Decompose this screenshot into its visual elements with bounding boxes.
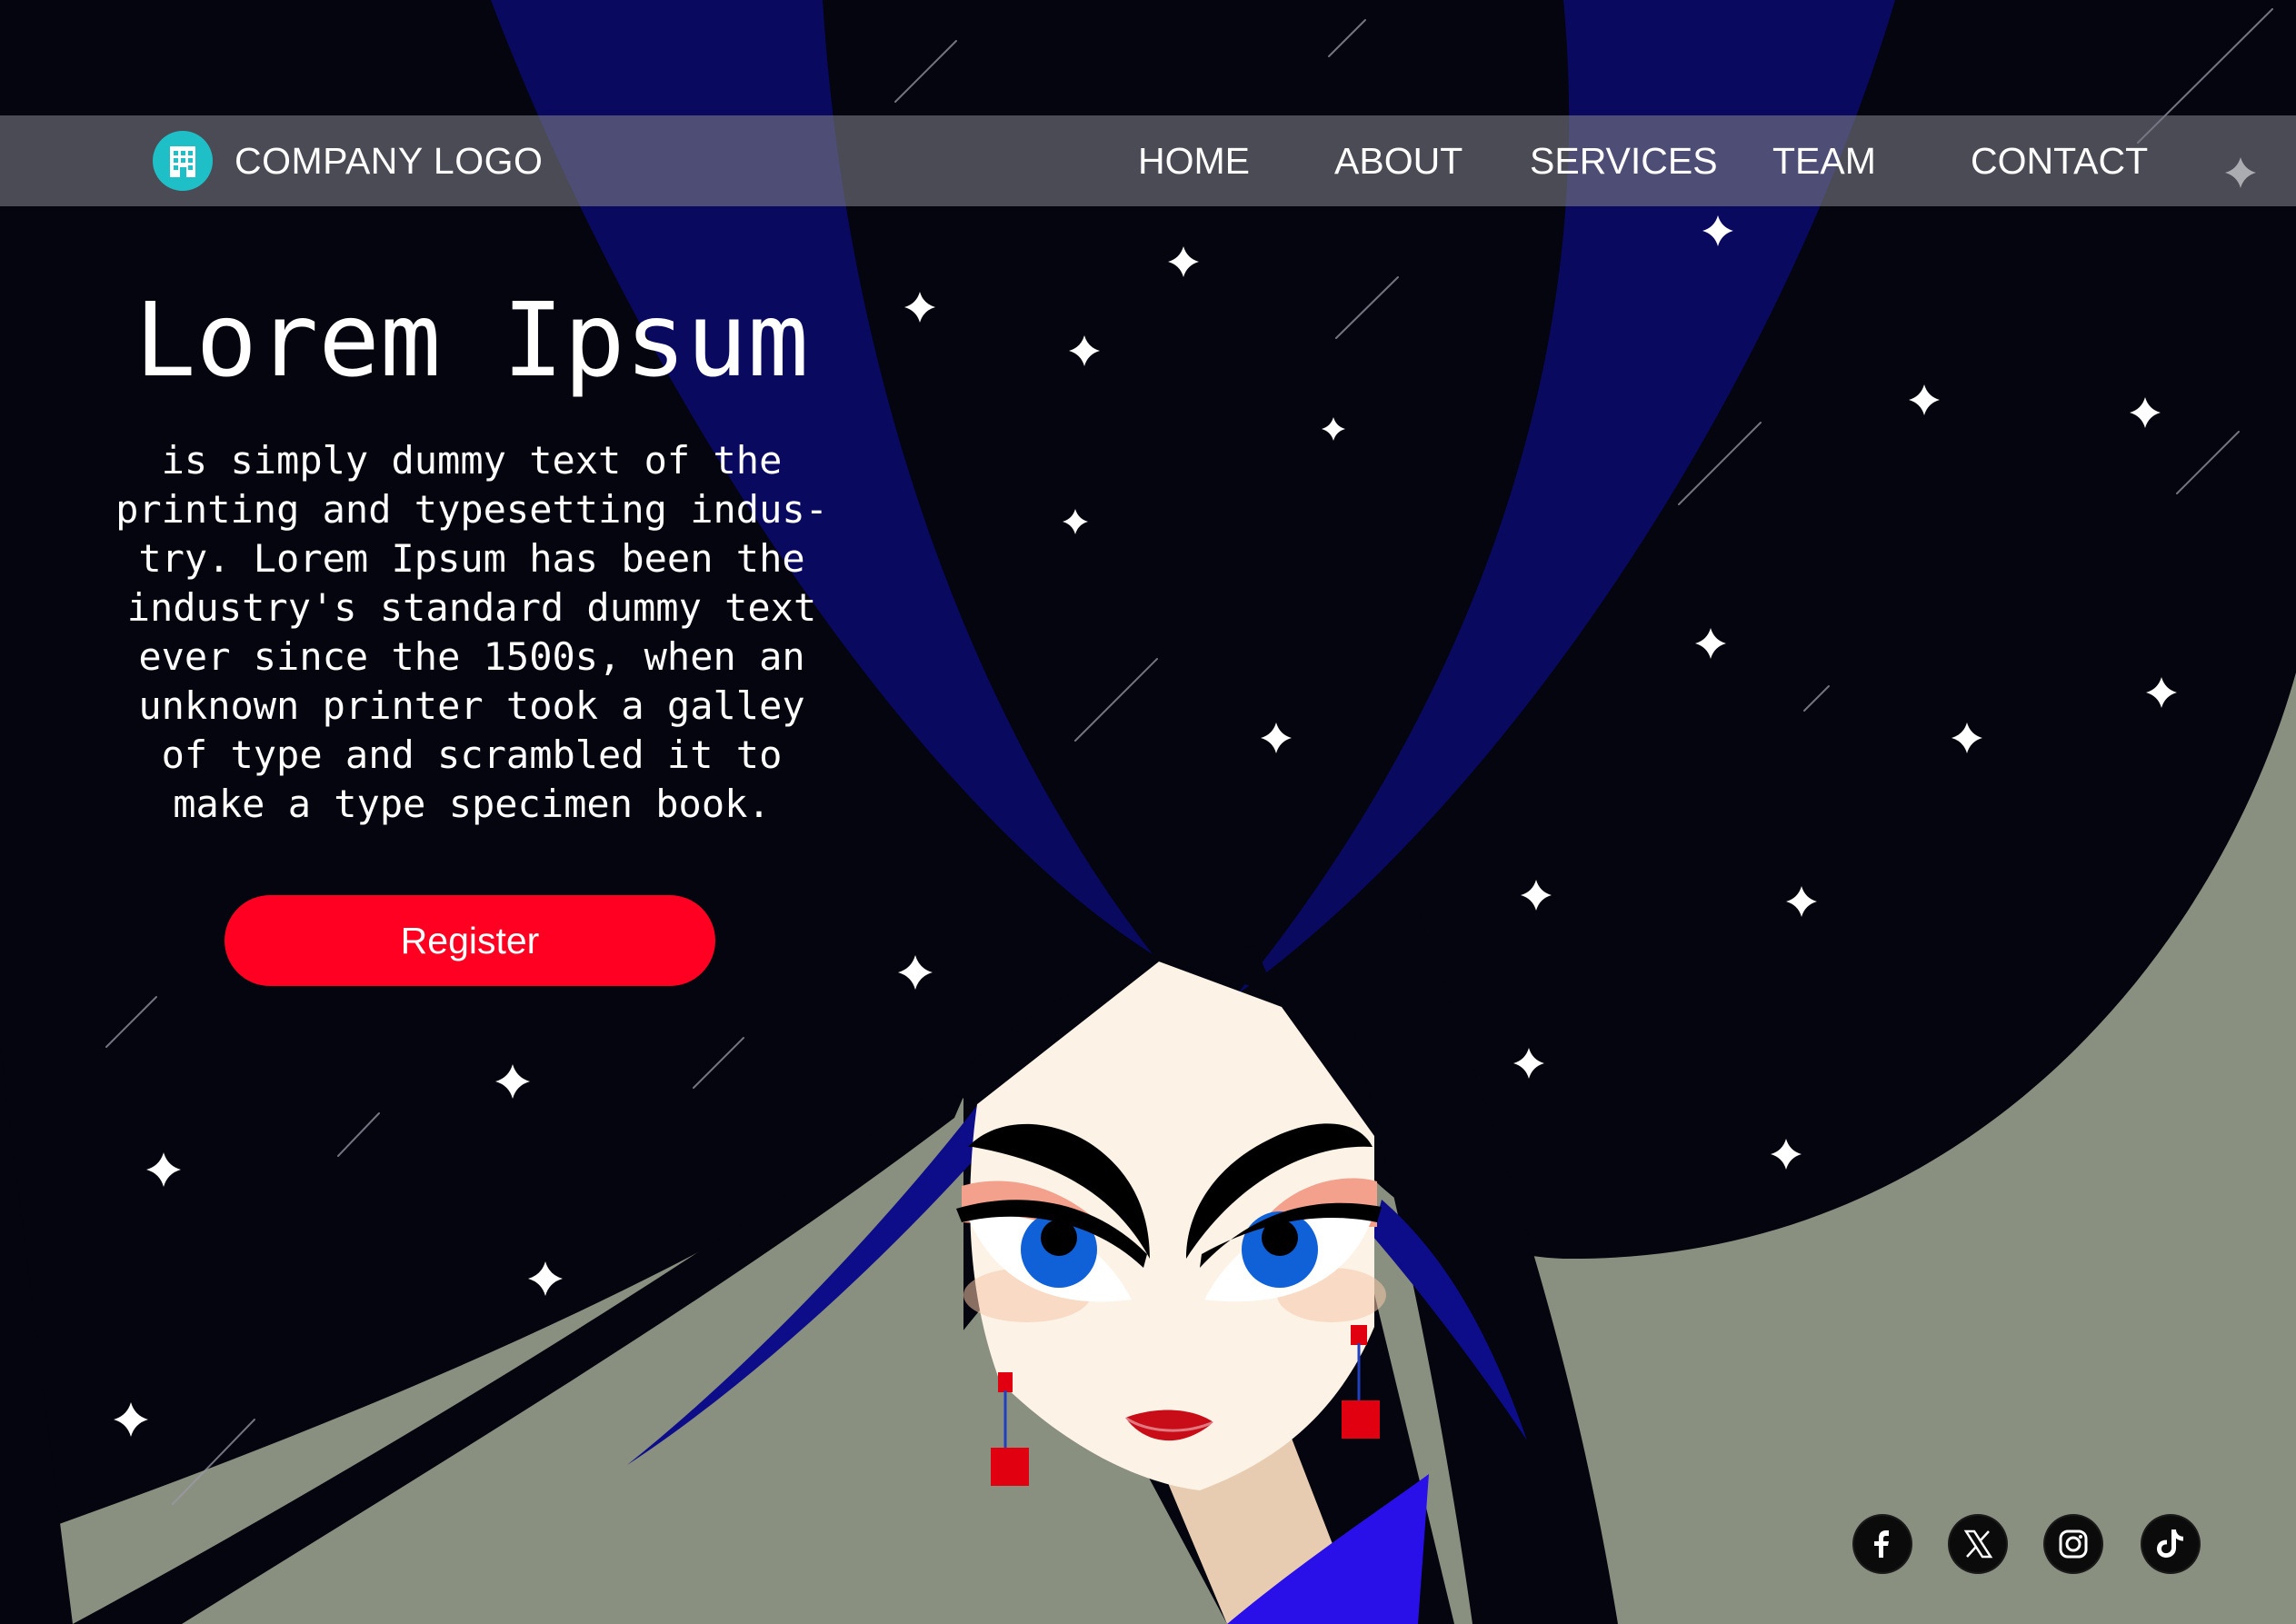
hero-title: Lorem Ipsum (135, 282, 809, 400)
hero-line: printing and typesetting indus- (115, 487, 828, 532)
hero-line: unknown printer took a galley (138, 683, 805, 728)
tiktok-icon[interactable] (2142, 1516, 2199, 1572)
landing-page: COMPANY LOGO HOME ABOUT SERVICES TEAM CO… (0, 0, 2296, 1624)
logo-text: COMPANY LOGO (235, 139, 544, 182)
hero-line: of type and scrambled it to (161, 732, 783, 777)
top-navbar: COMPANY LOGO HOME ABOUT SERVICES TEAM CO… (0, 115, 2296, 206)
nav-about[interactable]: ABOUT (1334, 115, 1462, 206)
hero-line: make a type specimen book. (173, 782, 771, 826)
nav-services[interactable]: SERVICES (1530, 115, 1718, 206)
company-logo[interactable]: COMPANY LOGO (153, 115, 543, 206)
building-icon (153, 131, 213, 191)
hero-line: try. Lorem Ipsum has been the (138, 536, 805, 581)
hero-line: ever since the 1500s, when an (138, 634, 805, 679)
hero-line: is simply dummy text of the (161, 438, 783, 483)
register-button[interactable]: Register (225, 895, 715, 986)
facebook-icon[interactable] (1854, 1516, 1911, 1572)
nav-team[interactable]: TEAM (1772, 115, 1876, 206)
x-icon[interactable] (1950, 1516, 2006, 1572)
nav-home[interactable]: HOME (1138, 115, 1250, 206)
hero-description: is simply dummy text of the printing and… (91, 436, 853, 829)
instagram-icon[interactable] (2045, 1516, 2101, 1572)
hero-line: industry's standard dummy text (126, 585, 817, 630)
nav-contact[interactable]: CONTACT (1971, 115, 2148, 206)
